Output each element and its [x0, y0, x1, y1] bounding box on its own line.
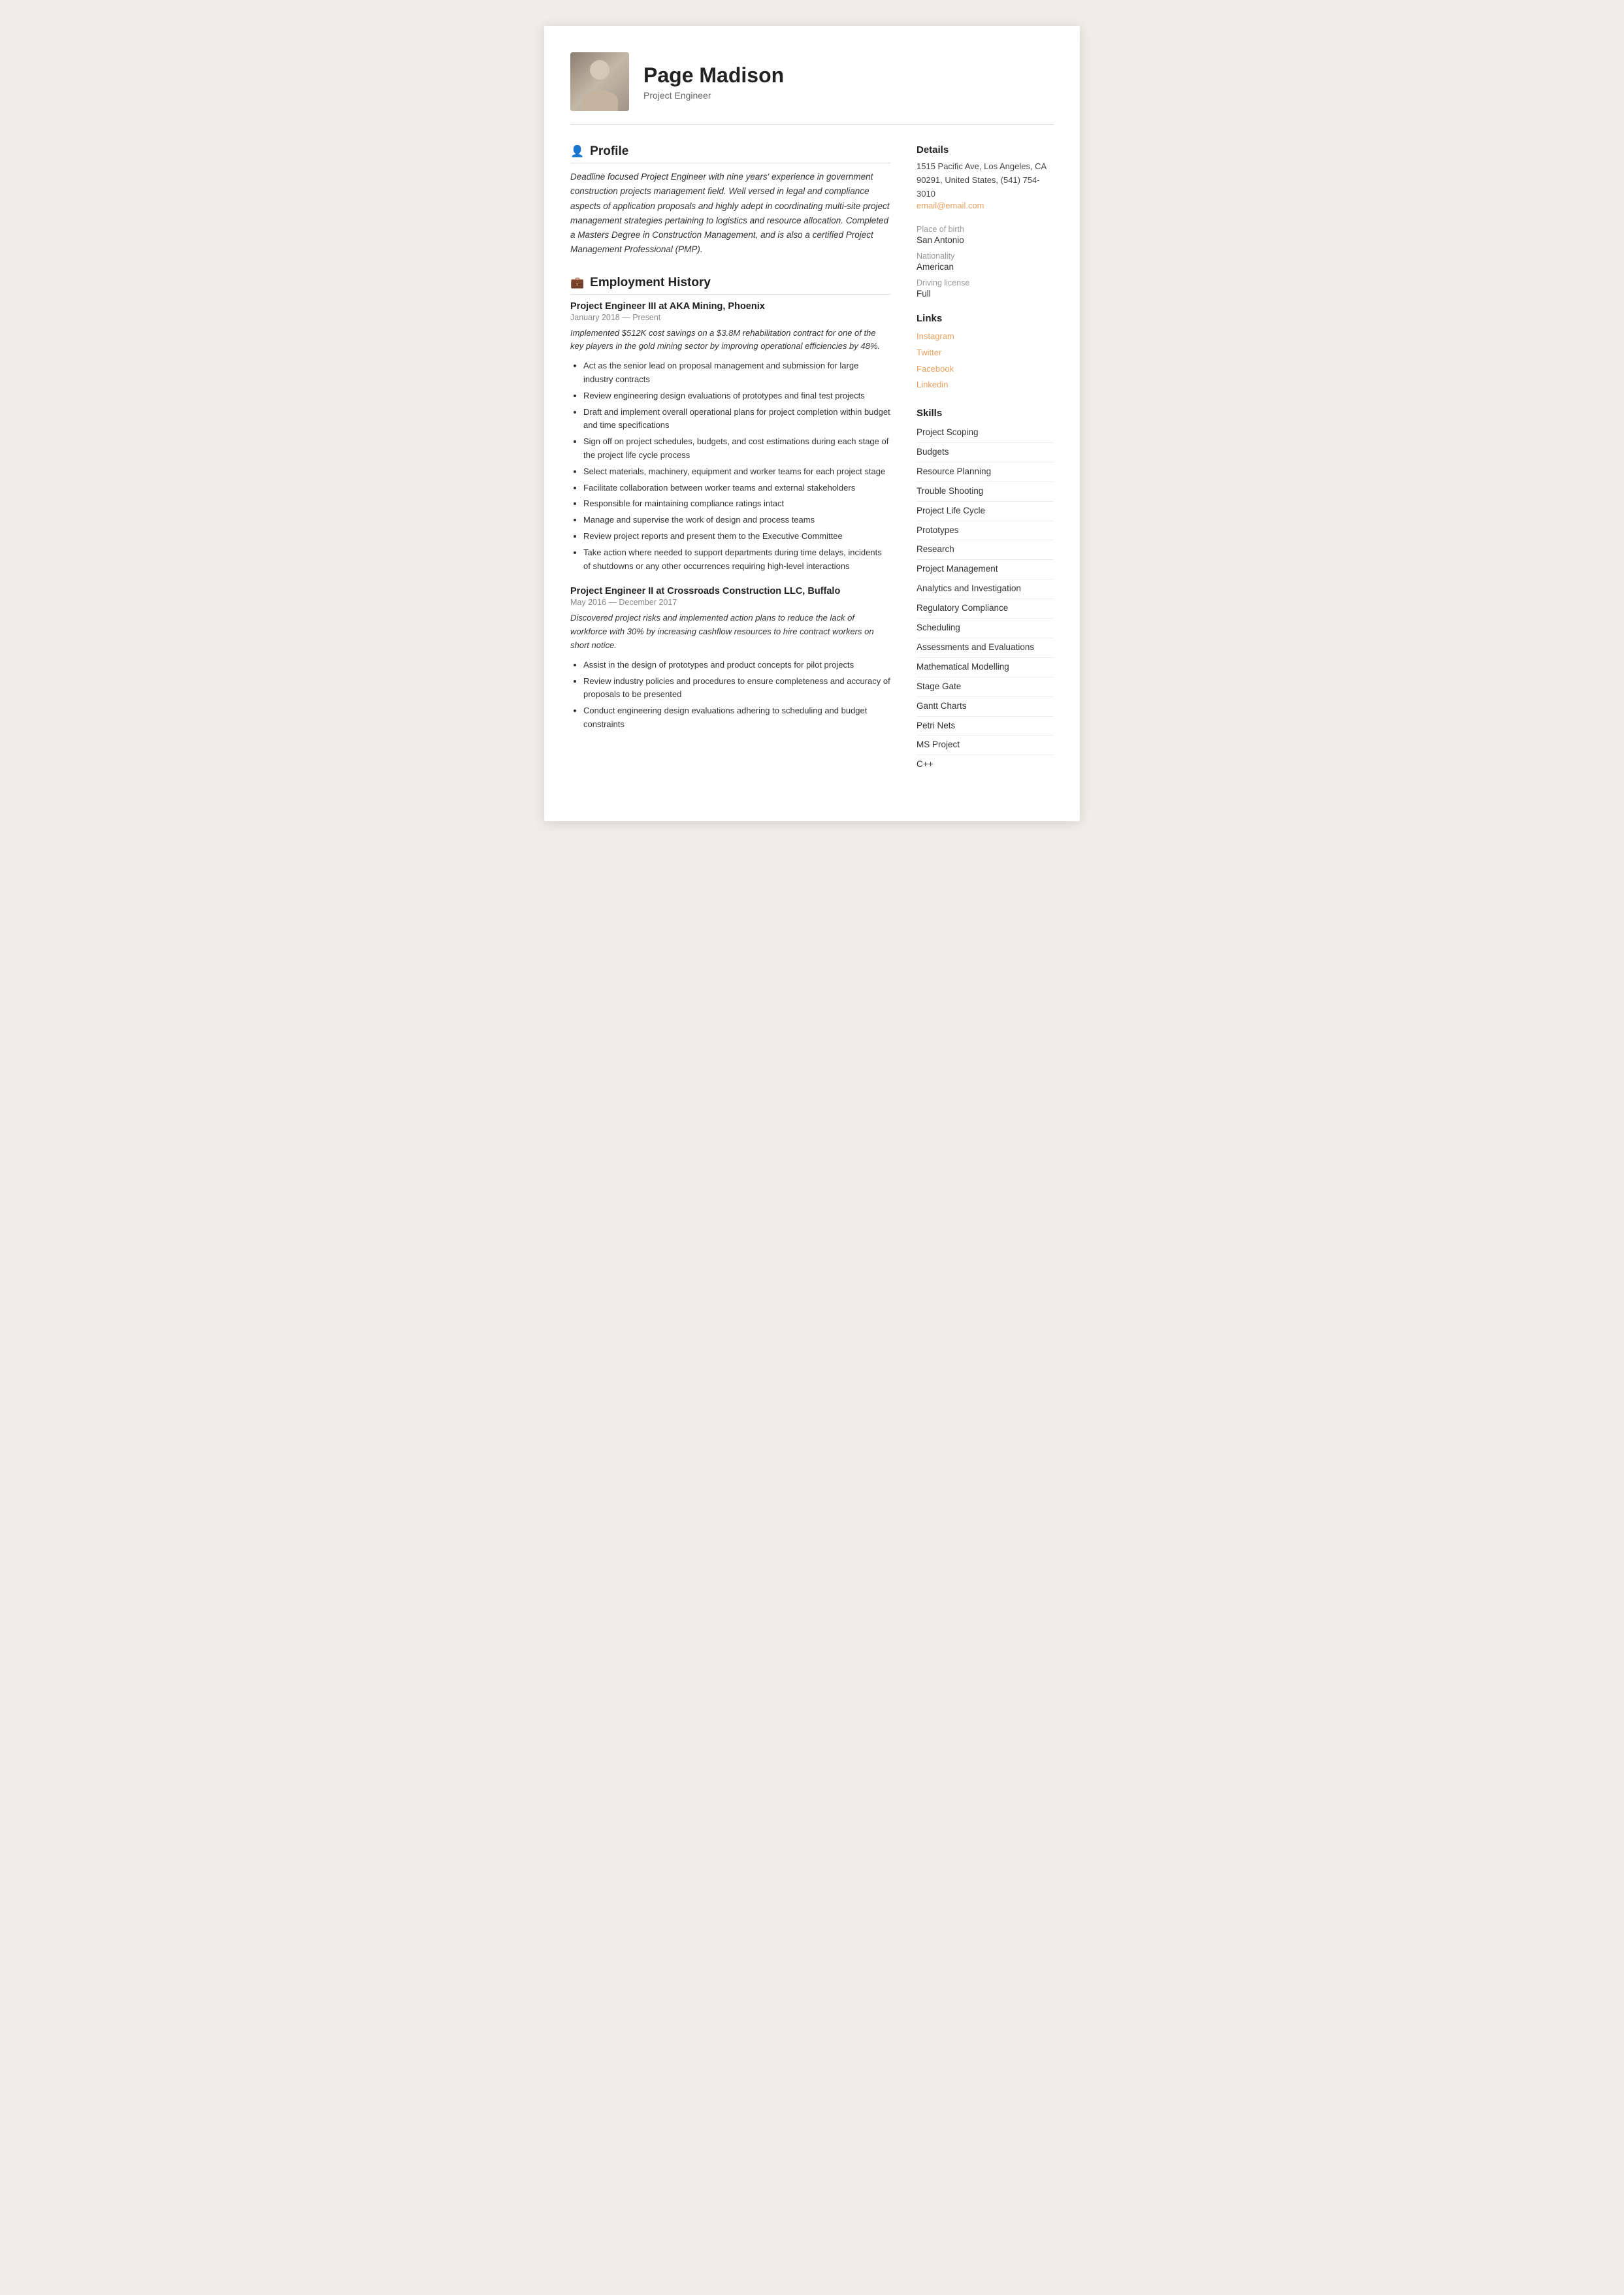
job-2-dates: May 2016 — December 2017 [570, 598, 890, 607]
skill-item: Analytics and Investigation [917, 579, 1054, 599]
link-twitter[interactable]: Twitter [917, 345, 1054, 361]
bullet-item: Take action where needed to support depa… [583, 546, 890, 574]
left-column: 👤 Profile Deadline focused Project Engin… [570, 144, 890, 789]
skill-item: Gantt Charts [917, 697, 1054, 717]
place-of-birth-label: Place of birth [917, 225, 1054, 234]
candidate-title: Project Engineer [643, 90, 784, 101]
skill-item: Research [917, 540, 1054, 560]
bullet-item: Conduct engineering design evaluations a… [583, 704, 890, 732]
profile-section-title: 👤 Profile [570, 144, 890, 163]
profile-section: 👤 Profile Deadline focused Project Engin… [570, 144, 890, 257]
employment-section: 💼 Employment History Project Engineer II… [570, 276, 890, 732]
job-2: Project Engineer II at Crossroads Constr… [570, 586, 890, 731]
skill-item: C++ [917, 755, 1054, 774]
job-2-desc: Discovered project risks and implemented… [570, 611, 890, 652]
resume-card: Page Madison Project Engineer 👤 Profile … [544, 26, 1080, 821]
bullet-item: Select materials, machinery, equipment a… [583, 465, 890, 479]
skill-item: Project Life Cycle [917, 502, 1054, 521]
skill-item: Assessments and Evaluations [917, 638, 1054, 658]
bullet-item: Review engineering design evaluations of… [583, 389, 890, 403]
details-section: Details 1515 Pacific Ave, Los Angeles, C… [917, 144, 1054, 210]
driving-license-value: Full [917, 289, 1054, 299]
links-section-title: Links [917, 313, 1054, 324]
skill-item: Budgets [917, 443, 1054, 463]
bullet-item: Manage and supervise the work of design … [583, 513, 890, 527]
skill-item: Resource Planning [917, 463, 1054, 482]
bullet-item: Draft and implement overall operational … [583, 406, 890, 433]
skill-item: Mathematical Modelling [917, 658, 1054, 677]
bullet-item: Sign off on project schedules, budgets, … [583, 435, 890, 463]
main-layout: 👤 Profile Deadline focused Project Engin… [570, 144, 1054, 789]
bullet-item: Act as the senior lead on proposal manag… [583, 359, 890, 387]
skill-item: MS Project [917, 736, 1054, 755]
driving-license-label: Driving license [917, 278, 1054, 287]
employment-icon: 💼 [570, 276, 584, 289]
skill-item: Project Management [917, 560, 1054, 579]
nationality-value: American [917, 262, 1054, 272]
skill-item: Trouble Shooting [917, 482, 1054, 502]
place-of-birth-value: San Antonio [917, 235, 1054, 245]
link-facebook[interactable]: Facebook [917, 361, 1054, 378]
profile-icon: 👤 [570, 145, 584, 158]
link-linkedin[interactable]: Linkedin [917, 377, 1054, 393]
job-2-bullets: Assist in the design of prototypes and p… [570, 659, 890, 732]
job-1-bullets: Act as the senior lead on proposal manag… [570, 359, 890, 573]
right-column: Details 1515 Pacific Ave, Los Angeles, C… [917, 144, 1054, 789]
skill-item: Petri Nets [917, 717, 1054, 736]
links-section: Links Instagram Twitter Facebook Linkedi… [917, 313, 1054, 393]
job-1-dates: January 2018 — Present [570, 313, 890, 322]
skills-section-title: Skills [917, 408, 1054, 419]
skill-item: Regulatory Compliance [917, 599, 1054, 619]
skill-item: Project Scoping [917, 423, 1054, 443]
skill-item: Scheduling [917, 619, 1054, 638]
place-of-birth-section: Place of birth San Antonio Nationality A… [917, 225, 1054, 299]
job-1: Project Engineer III at AKA Mining, Phoe… [570, 301, 890, 574]
avatar [570, 52, 629, 111]
profile-text: Deadline focused Project Engineer with n… [570, 170, 890, 257]
skill-item: Prototypes [917, 521, 1054, 541]
bullet-item: Review project reports and present them … [583, 530, 890, 544]
bullet-item: Review industry policies and procedures … [583, 675, 890, 702]
employment-section-title: 💼 Employment History [570, 276, 890, 295]
job-2-title: Project Engineer II at Crossroads Constr… [570, 586, 890, 596]
header: Page Madison Project Engineer [570, 52, 1054, 125]
details-section-title: Details [917, 144, 1054, 155]
skills-section: Skills Project Scoping Budgets Resource … [917, 408, 1054, 774]
job-1-title: Project Engineer III at AKA Mining, Phoe… [570, 301, 890, 312]
details-address: 1515 Pacific Ave, Los Angeles, CA 90291,… [917, 160, 1054, 201]
details-email[interactable]: email@email.com [917, 201, 1054, 210]
link-instagram[interactable]: Instagram [917, 329, 1054, 345]
job-1-desc: Implemented $512K cost savings on a $3.8… [570, 327, 890, 354]
header-text: Page Madison Project Engineer [643, 63, 784, 101]
nationality-label: Nationality [917, 252, 1054, 261]
bullet-item: Responsible for maintaining compliance r… [583, 497, 890, 511]
skill-item: Stage Gate [917, 677, 1054, 697]
bullet-item: Assist in the design of prototypes and p… [583, 659, 890, 672]
bullet-item: Facilitate collaboration between worker … [583, 481, 890, 495]
candidate-name: Page Madison [643, 63, 784, 88]
